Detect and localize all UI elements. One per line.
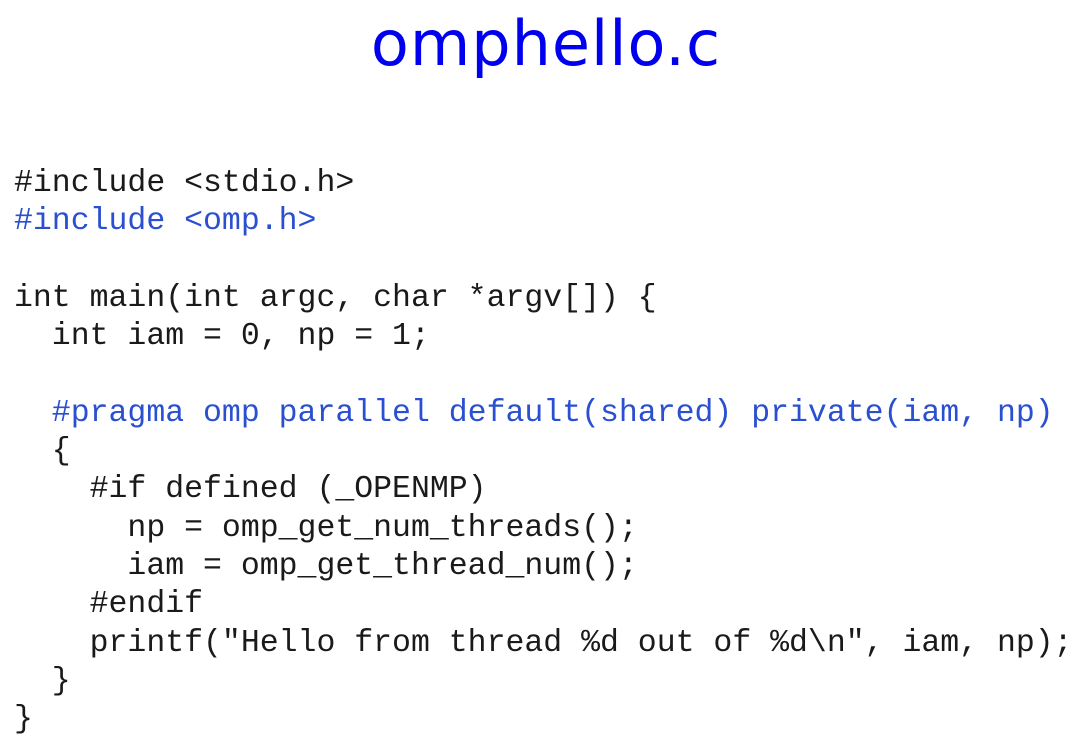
code-line-thread-num: iam = omp_get_thread_num(); — [14, 548, 638, 584]
code-line-printf: printf("Hello from thread %d out of %d\n… — [14, 625, 1073, 661]
slide-title: omphello.c — [370, 7, 722, 80]
code-line-include-stdio: #include <stdio.h> — [14, 166, 355, 201]
code-line-num-threads: np = omp_get_num_threads(); — [14, 510, 638, 546]
code-line-main-signature: int main(int argc, char *argv[]) { — [14, 280, 657, 316]
code-line-if-defined: #if defined (_OPENMP) — [14, 472, 487, 508]
code-line-var-declaration: int iam = 0, np = 1; — [14, 319, 430, 355]
code-line-open-brace: { — [14, 434, 71, 470]
code-line-include-omp: #include <omp.h> — [14, 204, 317, 240]
code-block: #include <stdio.h> #include <omp.h> int … — [14, 165, 1092, 739]
code-line-pragma: #pragma omp parallel default(shared) pri… — [14, 395, 1054, 431]
code-line-close-main: } — [14, 702, 33, 738]
code-line-endif: #endif — [14, 587, 204, 623]
code-line-close-block: } — [14, 663, 71, 699]
